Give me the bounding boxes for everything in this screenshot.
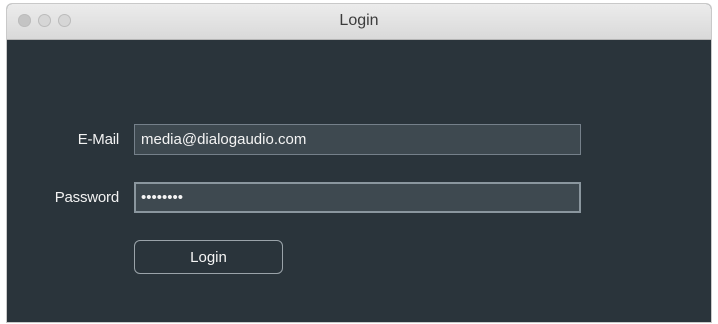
- title-bar: Login: [7, 4, 711, 40]
- window-title: Login: [339, 12, 379, 29]
- password-field[interactable]: [134, 182, 581, 213]
- login-form: E-Mail Password Login: [7, 40, 711, 322]
- password-label: Password: [54, 189, 119, 206]
- email-label: E-Mail: [77, 131, 120, 148]
- login-button[interactable]: Login: [134, 240, 283, 274]
- login-window: Login E-Mail Password Login: [7, 4, 711, 322]
- email-field[interactable]: [134, 124, 581, 155]
